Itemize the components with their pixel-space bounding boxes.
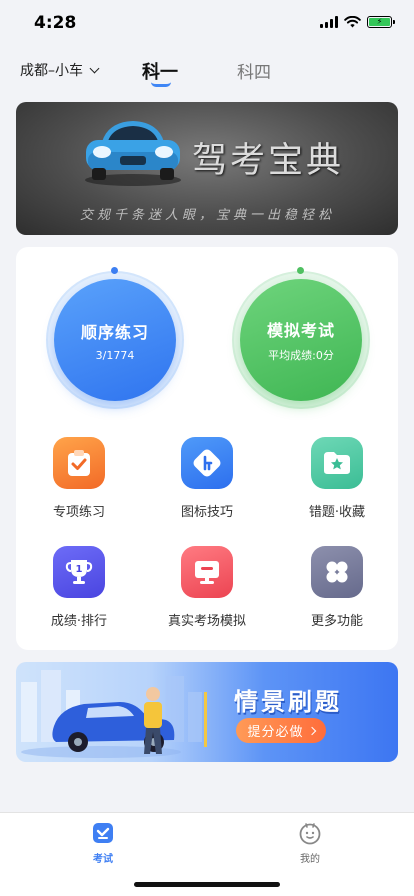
- mock-exam-button[interactable]: 模拟考试 平均成绩:0分: [232, 267, 370, 409]
- feature-label: 成绩·排行: [50, 614, 108, 629]
- tab-mine-label: 我的: [300, 854, 320, 865]
- chevron-right-icon: [307, 726, 316, 735]
- status-bar: 4:28 ⚡: [0, 0, 414, 48]
- promo-button-label: 提分必做: [247, 725, 304, 740]
- mock-exam-average-score: 平均成绩:0分: [268, 349, 334, 362]
- feature-mistakes-favorites[interactable]: 错题·收藏: [282, 437, 392, 520]
- feature-label: 图标技巧: [180, 505, 233, 520]
- sequential-practice-button[interactable]: 顺序练习 3/1774: [46, 267, 184, 409]
- active-tab-indicator: [151, 82, 171, 87]
- promo-title: 情景刷题: [234, 688, 342, 716]
- feature-scores-ranking[interactable]: 1 成绩·排行: [24, 546, 134, 629]
- banner-title: 驾考宝典: [192, 141, 345, 181]
- wifi-icon: [344, 16, 361, 28]
- cellular-signal-icon: [320, 16, 338, 28]
- monitor-icon: [181, 546, 233, 598]
- tab-exam[interactable]: 考试: [73, 821, 133, 865]
- chevron-down-icon: [89, 63, 100, 73]
- feature-label: 更多功能: [310, 614, 363, 629]
- car-icon: [85, 121, 181, 186]
- grid-more-icon: [311, 546, 363, 598]
- scenario-practice-banner[interactable]: 情景刷题 提分必做: [16, 662, 398, 762]
- tab-kemu-1[interactable]: 科一: [142, 58, 178, 84]
- status-time: 4:28: [34, 13, 77, 33]
- profile-face-icon: [299, 823, 321, 845]
- feature-label: 错题·收藏: [308, 505, 366, 520]
- boost-score-button[interactable]: 提分必做: [236, 718, 326, 743]
- home-indicator: [134, 882, 280, 887]
- feature-topic-practice[interactable]: 专项练习: [24, 437, 134, 520]
- tab-exam-label: 考试: [93, 854, 113, 865]
- banner-slogan: 交规千条迷人眼，宝典一出稳轻松: [80, 208, 336, 223]
- svg-text:1: 1: [76, 564, 83, 575]
- progress-dot: [111, 267, 118, 274]
- sequential-practice-circle: 顺序练习 3/1774: [54, 279, 176, 401]
- clipboard-check-icon: [53, 437, 105, 489]
- trophy-icon: 1: [53, 546, 105, 598]
- hero-banner[interactable]: 驾考宝典 交规千条迷人眼，宝典一出稳轻松: [16, 102, 398, 235]
- sequential-practice-label: 顺序练习: [80, 322, 149, 342]
- feature-label: 专项练习: [52, 505, 105, 520]
- practice-card: 顺序练习 3/1774 模拟考试 平均成绩:0分 专项练习 图标技巧 错题·收藏…: [16, 247, 398, 650]
- road-sign-icon: [181, 437, 233, 489]
- progress-dot: [297, 267, 304, 274]
- city-selector[interactable]: 成都–小车: [20, 60, 100, 80]
- folder-star-icon: [311, 437, 363, 489]
- feature-more-functions[interactable]: 更多功能: [282, 546, 392, 629]
- tab-mine[interactable]: 我的: [280, 821, 340, 865]
- sequential-practice-progress: 3/1774: [95, 348, 135, 362]
- feature-label: 真实考场模拟: [167, 614, 246, 629]
- city-label: 成都–小车: [20, 63, 83, 79]
- feature-real-exam-simulation[interactable]: 真实考场模拟: [152, 546, 262, 629]
- charging-bolt-icon: ⚡: [376, 17, 383, 26]
- battery-icon: ⚡: [367, 16, 395, 28]
- mock-exam-label: 模拟考试: [266, 321, 335, 340]
- promo-illustration: [21, 670, 207, 758]
- tab-kemu-4[interactable]: 科四: [237, 58, 271, 83]
- status-icons: ⚡: [320, 16, 395, 28]
- exam-icon: [93, 823, 113, 843]
- mock-exam-circle: 模拟考试 平均成绩:0分: [240, 279, 362, 401]
- feature-sign-tips[interactable]: 图标技巧: [152, 437, 262, 520]
